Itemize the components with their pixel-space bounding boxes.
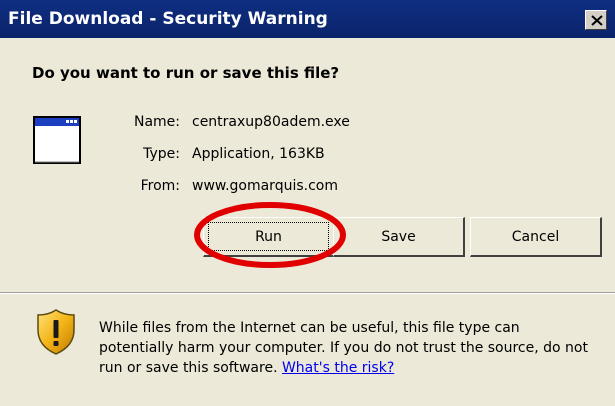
whats-the-risk-link[interactable]: What's the risk? [282, 360, 394, 376]
security-warning-text: While files from the Internet can be use… [99, 318, 594, 378]
separator [0, 292, 615, 294]
name-label: Name: [133, 114, 180, 130]
run-button[interactable]: Run [203, 217, 335, 257]
save-button-label: Save [381, 228, 416, 245]
from-label: From: [140, 178, 180, 194]
cancel-button-label: Cancel [511, 228, 560, 245]
from-value: www.gomarquis.com [192, 178, 338, 194]
shield-warning-icon [37, 309, 75, 355]
download-question: Do you want to run or save this file? [32, 64, 340, 82]
title-bar[interactable]: File Download - Security Warning [0, 0, 615, 38]
close-icon [591, 15, 603, 26]
name-value: centraxup80adem.exe [192, 114, 350, 130]
save-button[interactable]: Save [333, 217, 465, 257]
cancel-button[interactable]: Cancel [470, 217, 602, 257]
window-title: File Download - Security Warning [8, 9, 328, 29]
type-label: Type: [143, 146, 180, 162]
type-value: Application, 163KB [192, 146, 325, 162]
close-button[interactable] [585, 10, 607, 30]
file-download-dialog: File Download - Security Warning Do you … [0, 0, 615, 406]
focus-rectangle [208, 222, 329, 251]
